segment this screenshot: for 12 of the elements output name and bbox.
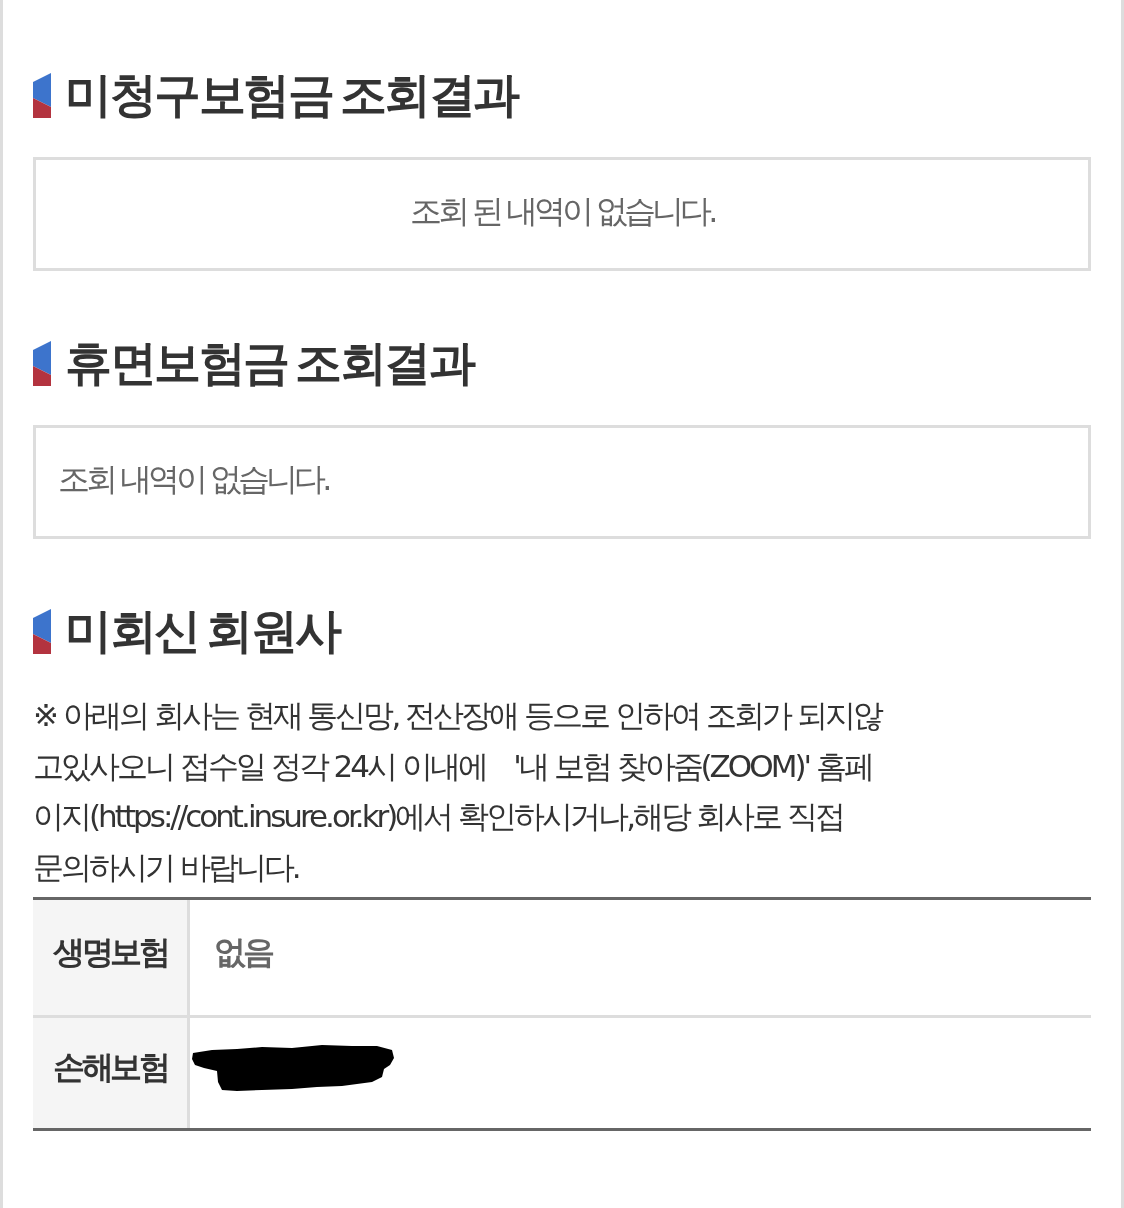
notice-paragraph: ※ 아래의 회사는 현재 통신망, 전산장애 등으로 인하여 조회가 되지않 고있사오니 접수일 정각 24시 이내에 '내 보험 찾아줌(ZOOM)' 홈페 이지(https://cont.insure.or.kr)에서 확인하시거나,해당 회사로 직접 문의하시기 바랍니다. [33,696,883,887]
heading-marker-icon [33,340,51,386]
table-cell-text: 없음 [213,931,274,973]
row-header-cell: 손해보험 [33,1018,190,1128]
heading-marker-icon [33,608,51,654]
empty-result-notice: 조회 내역이 없습니다. [33,425,1091,539]
empty-result-notice: 조회 된 내역이 없습니다. [33,157,1091,271]
section-title: 미회신 회원사 [65,602,340,660]
heading-marker-icon [33,72,51,118]
row-header-cell: 생명보험 [33,900,190,1015]
section-title: 휴면보험금 조회결과 [65,334,474,392]
section-title: 미청구보험금 조회결과 [65,66,518,124]
